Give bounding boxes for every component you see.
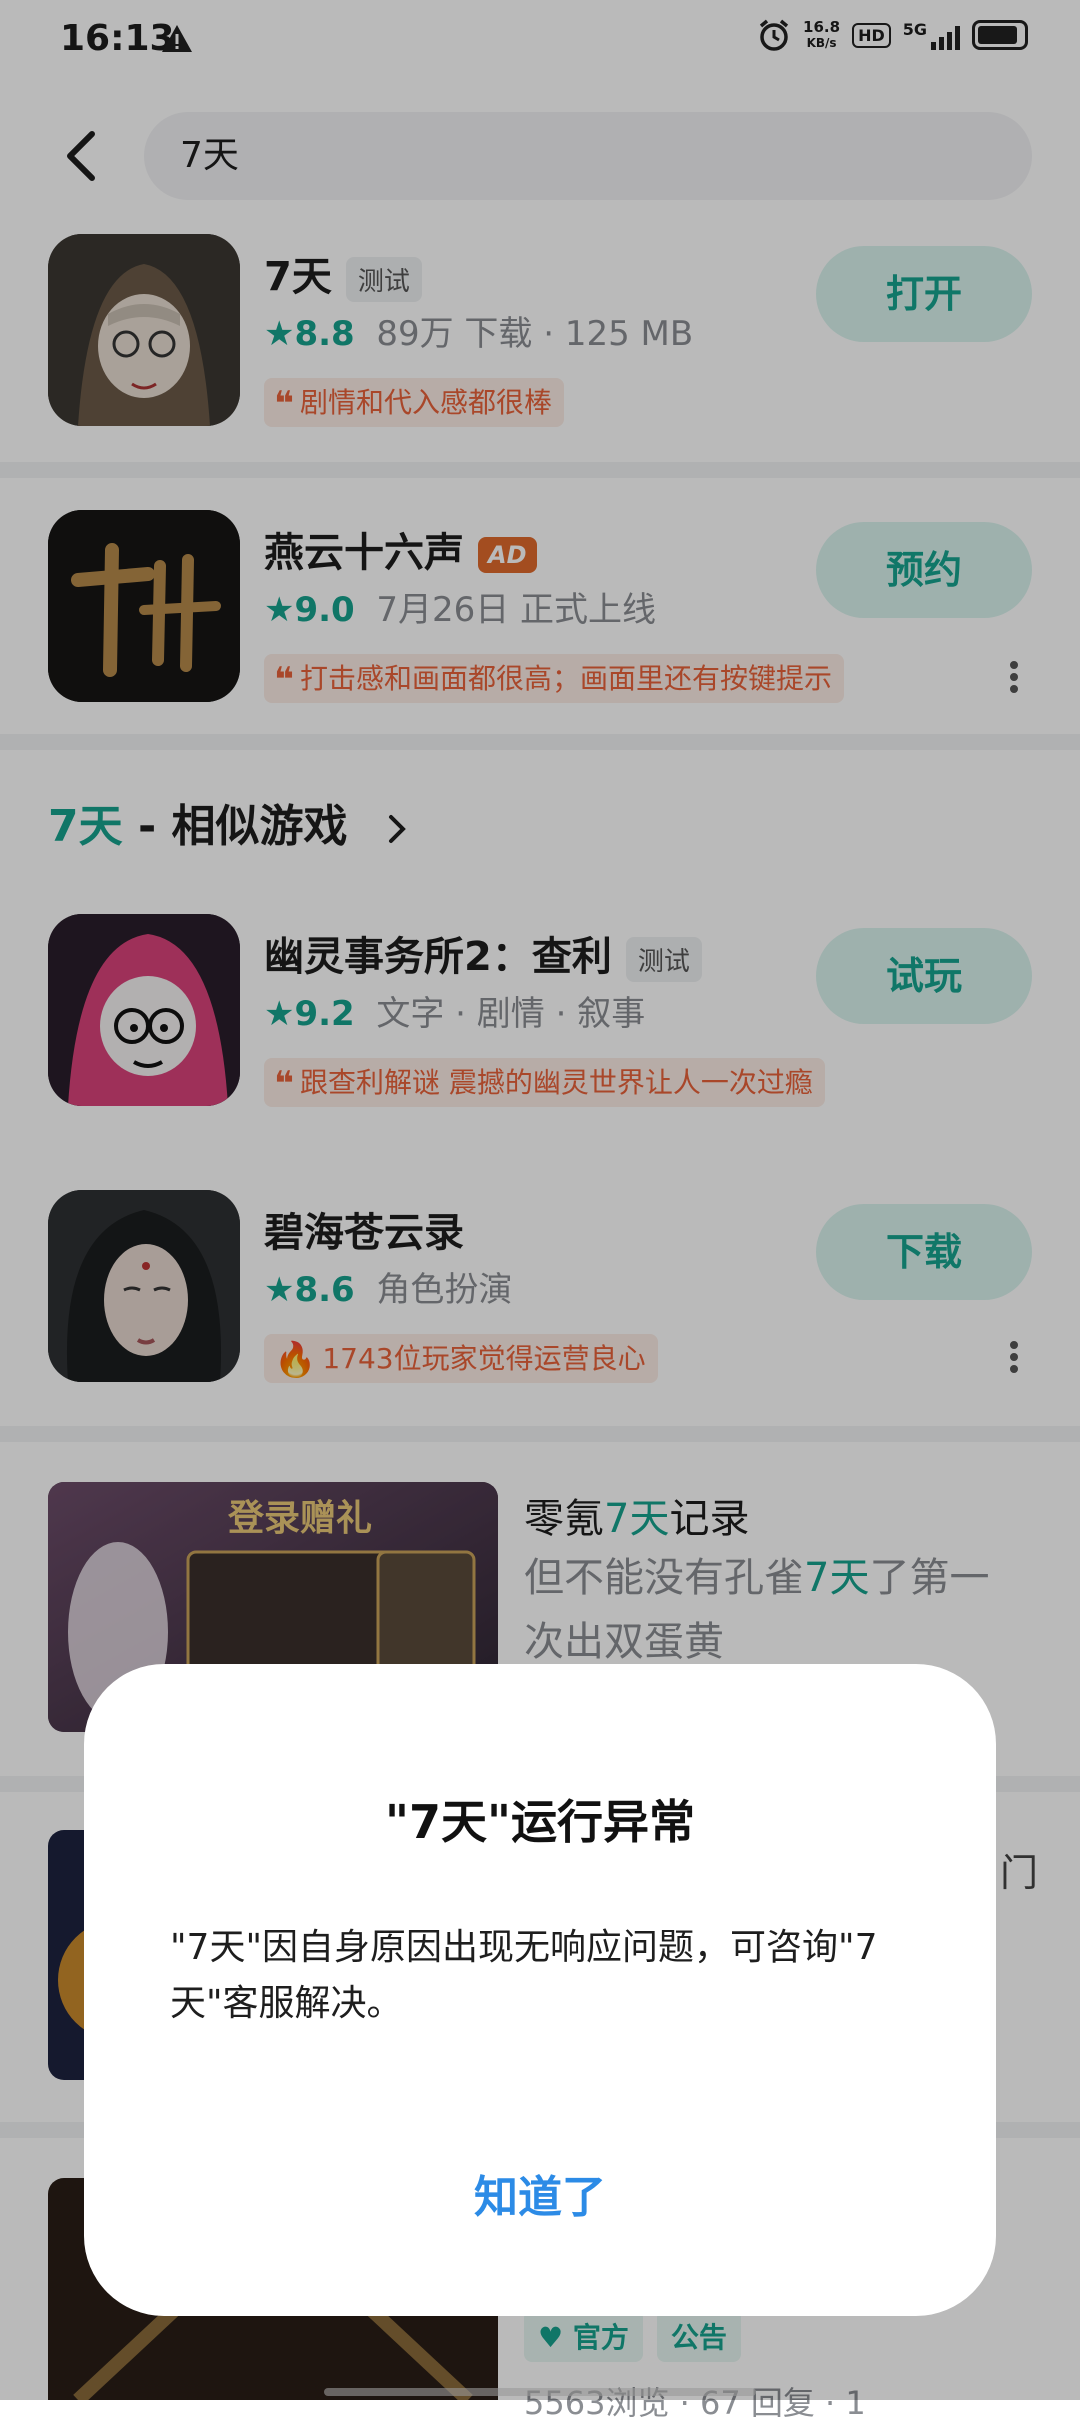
- dialog-ok-button[interactable]: 知道了: [390, 2150, 690, 2246]
- error-dialog: "7天"运行异常 "7天"因自身原因出现无响应问题，可咨询"7天"客服解决。 知…: [84, 1664, 996, 2316]
- page: 16:13 16.8 KB/s HD 5G 7天 7天 测试 ★8.8 89万 …: [0, 0, 1080, 2422]
- home-indicator[interactable]: [324, 2388, 756, 2396]
- dialog-title: "7天"运行异常: [385, 1795, 695, 1849]
- dialog-message: "7天"因自身原因出现无响应问题，可咨询"7天"客服解决。: [170, 1927, 878, 2024]
